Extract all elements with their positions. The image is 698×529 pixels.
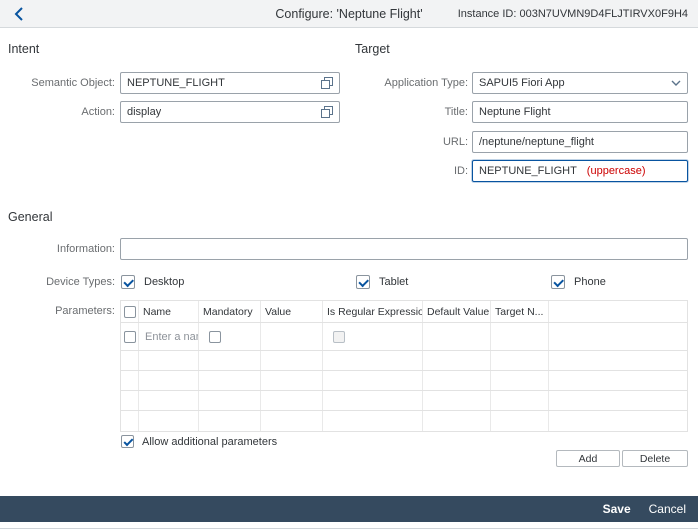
desktop-label: Desktop xyxy=(144,276,185,288)
title-value: Neptune Flight xyxy=(479,106,551,118)
device-type-desktop: Desktop xyxy=(121,274,184,290)
allow-additional-label: Allow additional parameters xyxy=(142,435,278,448)
col-header-target-name: Target N... xyxy=(491,301,549,322)
regex-checkbox xyxy=(333,330,345,343)
tablet-label: Tablet xyxy=(379,276,409,288)
col-header-value: Value xyxy=(261,301,323,322)
footer-bar: Save Cancel xyxy=(0,496,698,522)
id-uppercase-hint: (uppercase) xyxy=(586,165,646,177)
application-type-label: Application Type: xyxy=(384,77,468,89)
col-header-name: Name xyxy=(139,301,199,322)
save-button[interactable]: Save xyxy=(603,502,631,516)
chevron-down-icon xyxy=(671,80,681,86)
select-all-checkbox[interactable] xyxy=(123,305,136,318)
semantic-object-input[interactable]: NEPTUNE_FLIGHT xyxy=(120,72,340,94)
semantic-object-label: Semantic Object: xyxy=(31,77,115,89)
device-type-tablet: Tablet xyxy=(356,274,408,290)
id-label: ID: xyxy=(453,165,468,177)
section-title-target: Target xyxy=(355,42,390,56)
allow-additional-checkbox[interactable] xyxy=(121,435,134,448)
empty-row xyxy=(121,411,687,431)
section-title-intent: Intent xyxy=(8,42,40,56)
information-input[interactable] xyxy=(120,238,688,260)
parameters-header-row: Name Mandatory Value Is Regular Expressi… xyxy=(121,301,687,323)
configure-dialog: Configure: 'Neptune Flight' Instance ID:… xyxy=(0,0,698,529)
cancel-button[interactable]: Cancel xyxy=(649,502,686,516)
id-value: NEPTUNE_FLIGHT xyxy=(479,165,577,177)
row-select-checkbox[interactable] xyxy=(123,330,136,343)
instance-id: Instance ID: 003N7UVMN9D4FLJTIRVX0F9H4 xyxy=(457,8,688,20)
param-name-input[interactable]: Enter a nam xyxy=(139,331,198,343)
application-type-select[interactable]: SAPUI5 Fiori App xyxy=(472,72,688,94)
empty-row xyxy=(121,391,687,411)
param-value-cell[interactable] xyxy=(261,323,323,350)
url-label: URL: xyxy=(442,136,468,148)
delete-button[interactable]: Delete xyxy=(622,450,688,467)
title-input[interactable]: Neptune Flight xyxy=(472,101,688,123)
action-input[interactable]: display xyxy=(120,101,340,123)
mandatory-checkbox[interactable] xyxy=(209,330,221,343)
information-label: Information: xyxy=(56,243,115,255)
semantic-object-value: NEPTUNE_FLIGHT xyxy=(127,77,225,89)
phone-checkbox[interactable] xyxy=(551,275,565,289)
desktop-checkbox[interactable] xyxy=(121,275,135,289)
col-header-default-value: Default Value xyxy=(423,301,491,322)
col-header-mandatory: Mandatory xyxy=(199,301,261,322)
action-value: display xyxy=(127,106,162,118)
value-help-icon[interactable] xyxy=(321,106,333,118)
empty-row xyxy=(121,371,687,391)
parameter-row: Enter a nam xyxy=(121,323,687,351)
add-button[interactable]: Add xyxy=(556,450,620,467)
device-type-phone: Phone xyxy=(551,274,606,290)
tablet-checkbox[interactable] xyxy=(356,275,370,289)
device-types-label: Device Types: xyxy=(46,276,115,288)
allow-additional-parameters: Allow additional parameters xyxy=(121,435,277,448)
title-label: Title: xyxy=(444,106,468,118)
action-label: Action: xyxy=(81,106,115,118)
value-help-icon[interactable] xyxy=(321,77,333,89)
parameters-label: Parameters: xyxy=(55,305,115,317)
param-target-cell[interactable] xyxy=(491,323,549,350)
dialog-header: Configure: 'Neptune Flight' Instance ID:… xyxy=(0,0,698,28)
url-value: /neptune/neptune_flight xyxy=(479,136,594,148)
id-input[interactable]: NEPTUNE_FLIGHT (uppercase) xyxy=(472,160,688,182)
url-input[interactable]: /neptune/neptune_flight xyxy=(472,131,688,153)
section-title-general: General xyxy=(8,210,53,224)
empty-row xyxy=(121,351,687,371)
param-default-cell[interactable] xyxy=(423,323,491,350)
application-type-value: SAPUI5 Fiori App xyxy=(479,77,565,89)
phone-label: Phone xyxy=(574,276,606,288)
col-header-regex: Is Regular Expression xyxy=(323,301,423,322)
parameters-table: Name Mandatory Value Is Regular Expressi… xyxy=(120,300,688,432)
